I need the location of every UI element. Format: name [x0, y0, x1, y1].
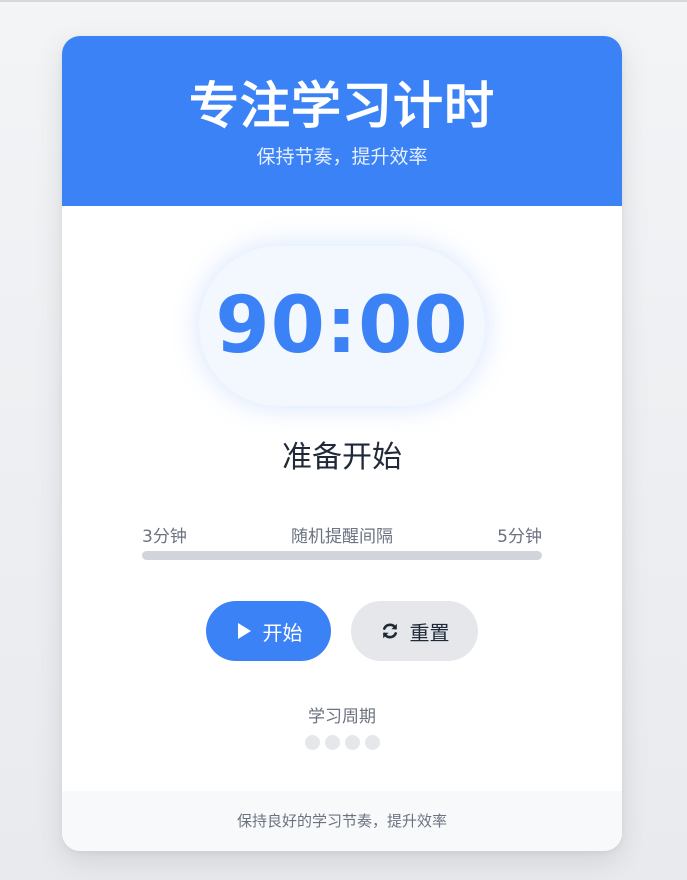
cycle-dot [364, 735, 380, 750]
timer-display-container: 90:00 [199, 246, 485, 406]
page-title: 专注学习计时 [189, 77, 495, 135]
refresh-icon [380, 621, 400, 641]
study-cycle-label: 学习周期 [308, 707, 376, 727]
start-button-label: 开始 [262, 620, 303, 645]
footer: 保持良好的学习节奏，提升效率 [62, 791, 622, 851]
study-cycle-indicator [62, 735, 622, 750]
timer-display: 90:00 [215, 281, 469, 371]
timer-status: 准备开始 [282, 440, 402, 475]
page-subtitle: 保持节奏，提升效率 [256, 146, 428, 168]
footer-text: 保持良好的学习节奏，提升效率 [236, 812, 447, 830]
reminder-interval-label: 随机提醒间隔 [291, 527, 393, 547]
reset-button[interactable]: 重置 [351, 601, 478, 661]
cycle-dot [344, 735, 360, 750]
play-icon [235, 622, 253, 640]
reminder-range-labels: 3分钟 随机提醒间隔 5分钟 [142, 522, 542, 547]
reminder-max-label: 5分钟 [497, 527, 542, 547]
timer-card: 专注学习计时 保持节奏，提升效率 90:00 准备开始 3分钟 随机提醒间隔 5… [62, 36, 622, 851]
reset-button-label: 重置 [409, 620, 450, 645]
reminder-interval-slider[interactable] [142, 551, 542, 560]
header: 专注学习计时 保持节奏，提升效率 [62, 36, 622, 206]
cycle-dot [304, 735, 320, 750]
start-button[interactable]: 开始 [206, 601, 331, 661]
cycle-dot [324, 735, 340, 750]
